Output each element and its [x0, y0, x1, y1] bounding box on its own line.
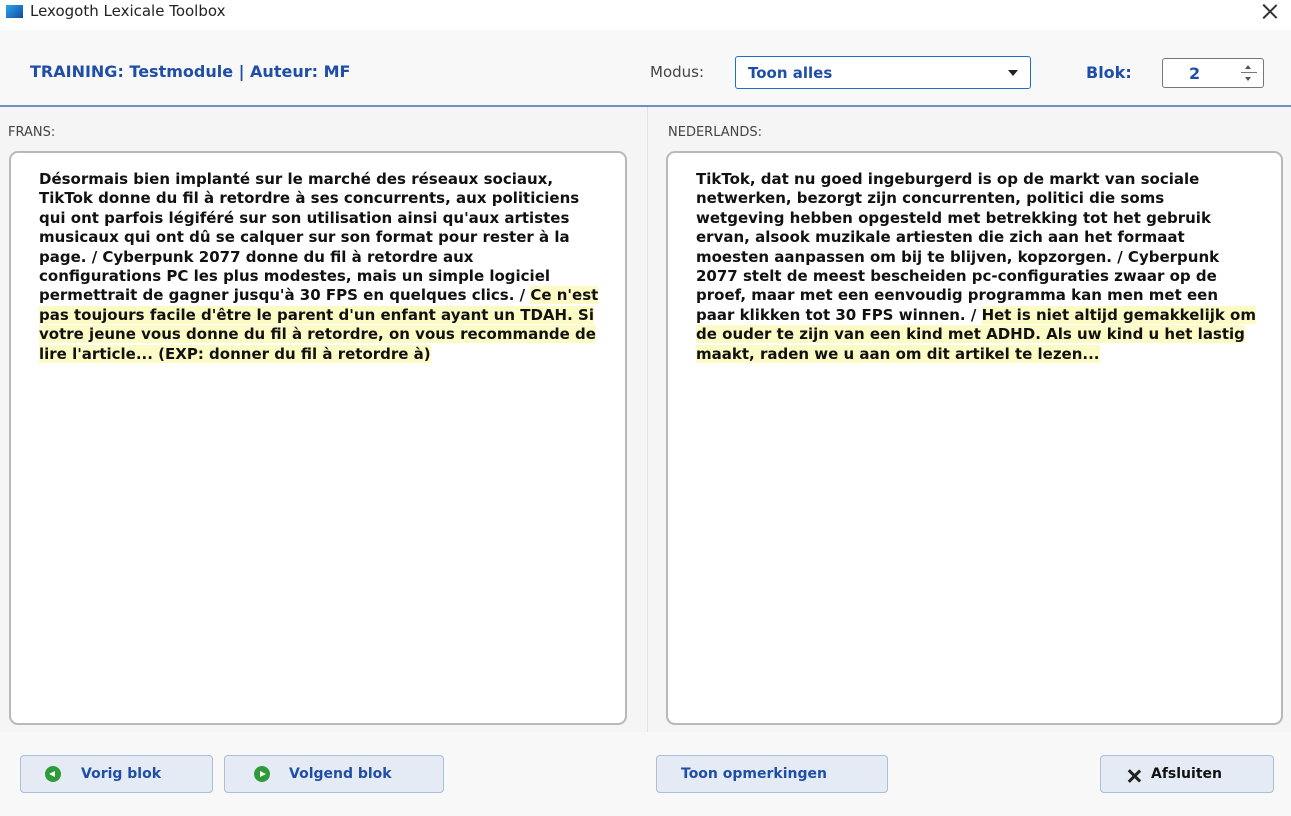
prev-block-label: Vorig blok — [81, 766, 162, 782]
dutch-text-plain: TikTok, dat nu goed ingeburgerd is op de… — [696, 170, 1220, 324]
blok-label: Blok: — [1086, 63, 1132, 82]
arrow-left-icon — [45, 766, 61, 782]
spin-down-icon[interactable] — [1245, 77, 1251, 81]
french-text-box[interactable]: Désormais bien implanté sur le marché de… — [9, 151, 627, 725]
blok-value[interactable]: 2 — [1189, 64, 1200, 83]
app-icon — [6, 5, 23, 18]
show-remarks-button[interactable]: Toon opmerkingen — [656, 755, 888, 793]
spin-divider — [1241, 72, 1257, 73]
dutch-pane-label: NEDERLANDS: — [668, 125, 762, 140]
next-block-label: Volgend blok — [289, 766, 392, 782]
next-block-button[interactable]: Volgend blok — [224, 755, 444, 793]
french-text-plain: Désormais bien implanté sur le marché de… — [39, 170, 580, 305]
prev-block-button[interactable]: Vorig blok — [20, 755, 213, 793]
modus-selected-value: Toon alles — [748, 64, 833, 82]
dutch-text-box[interactable]: TikTok, dat nu goed ingeburgerd is op de… — [666, 151, 1283, 725]
pane-divider[interactable] — [647, 107, 648, 732]
x-icon — [1127, 769, 1141, 783]
page-title: TRAINING: Testmodule | Auteur: MF — [30, 62, 351, 81]
dutch-text: TikTok, dat nu goed ingeburgerd is op de… — [696, 170, 1256, 364]
french-text: Désormais bien implanté sur le marché de… — [39, 170, 599, 364]
header: TRAINING: Testmodule | Auteur: MF Modus:… — [0, 30, 1291, 105]
blok-spinbox[interactable]: 2 — [1162, 58, 1264, 88]
modus-dropdown[interactable]: Toon alles — [735, 56, 1031, 89]
french-pane-label: FRANS: — [8, 125, 56, 140]
modus-label: Modus: — [650, 63, 705, 81]
title-bar: Lexogoth Lexicale Toolbox — [0, 0, 1291, 30]
window-title: Lexogoth Lexicale Toolbox — [30, 2, 226, 20]
close-button[interactable]: Afsluiten — [1100, 755, 1274, 793]
close-icon[interactable] — [1259, 0, 1281, 22]
close-label: Afsluiten — [1151, 766, 1222, 782]
show-remarks-label: Toon opmerkingen — [681, 766, 827, 782]
chevron-down-icon[interactable] — [1008, 70, 1018, 76]
spin-up-icon[interactable] — [1245, 65, 1251, 69]
arrow-right-icon — [254, 766, 270, 782]
